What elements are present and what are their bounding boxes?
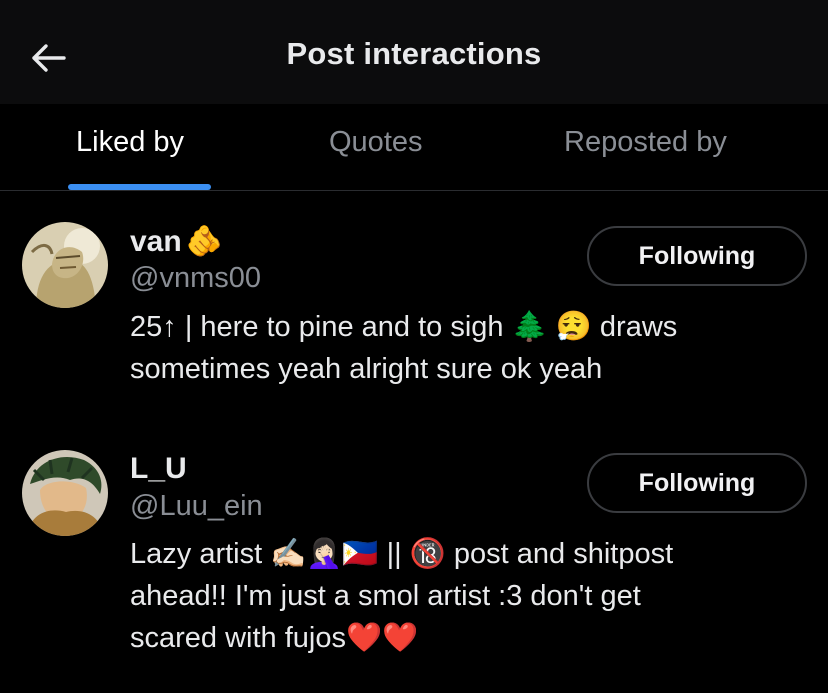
display-name: van 🫵	[130, 225, 224, 258]
following-button[interactable]: Following	[587, 226, 807, 286]
page-title: Post interactions	[286, 36, 542, 71]
tab-bar: Liked by Quotes Reposted by	[0, 104, 828, 191]
user-handle: @Luu_ein	[130, 490, 263, 522]
user-bio: Lazy artist ✍🏻🤦🏻‍♀️🇵🇭 || 🔞 post and shit…	[130, 538, 674, 654]
user-bio: 25↑ | here to pine and to sigh 🌲 😮‍💨 dra…	[130, 311, 678, 385]
display-name: L_U	[130, 452, 187, 485]
tab-quotes[interactable]: Quotes	[329, 126, 423, 159]
tab-liked-by[interactable]: Liked by	[76, 126, 184, 159]
tab-reposted-by[interactable]: Reposted by	[564, 126, 727, 159]
avatar[interactable]	[22, 450, 108, 536]
avatar[interactable]	[22, 222, 108, 308]
following-button[interactable]: Following	[587, 453, 807, 513]
pointing-hand-emoji: 🫵	[185, 225, 224, 258]
top-bar: Post interactions	[0, 0, 828, 104]
user-handle: @vnms00	[130, 262, 261, 294]
active-tab-indicator	[68, 184, 211, 190]
